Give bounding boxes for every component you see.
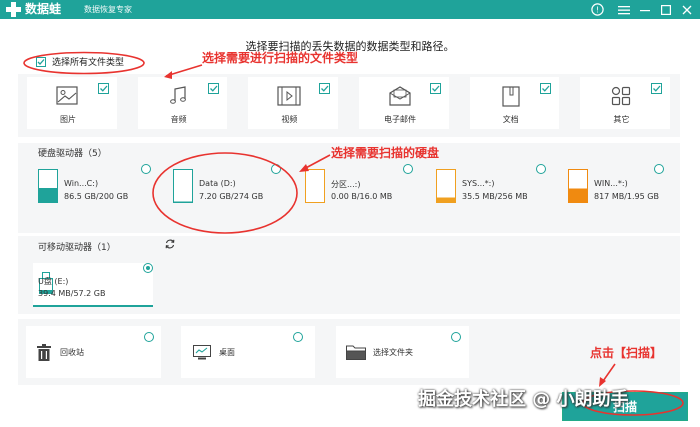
file-type-checkbox[interactable]	[651, 83, 663, 94]
file-type-checkbox[interactable]	[540, 83, 552, 94]
drive-icon	[38, 169, 58, 203]
app-subtitle: 数据恢复专家	[84, 5, 132, 14]
watermark: 掘金技术社区 @ 小朗助手	[418, 389, 629, 410]
file-type-list: 图片 音频 视频 电子邮件 文档 其它	[27, 77, 671, 129]
annotation-arrow-icon	[164, 64, 203, 79]
maximize-icon	[660, 4, 671, 15]
radio-dot	[146, 266, 150, 270]
drive-name: Win...C:)	[64, 179, 99, 188]
file-type-label: 文档	[502, 115, 519, 124]
recycle-bin-icon	[37, 344, 51, 361]
drive-name: 分区...:)	[331, 180, 361, 189]
email-icon	[389, 86, 411, 106]
file-type-label: 电子邮件	[384, 115, 417, 124]
folder-icon	[346, 345, 366, 360]
music-icon	[169, 86, 186, 104]
location-radio[interactable]	[293, 332, 303, 342]
drive-size: 86.5 GB/200 GB	[64, 192, 129, 201]
file-type-audio[interactable]: 音频	[137, 77, 228, 129]
drive-icon	[305, 169, 325, 203]
desktop-icon	[193, 345, 211, 360]
app-logo-icon	[6, 2, 21, 17]
svg-text:!: !	[596, 6, 599, 15]
annotation-file-types: 选择需要进行扫描的文件类型	[202, 51, 359, 65]
file-type-label: 视频	[281, 115, 298, 124]
hdd-section-title: 硬盘驱动器（5）	[38, 149, 107, 159]
refresh-icon[interactable]	[164, 238, 176, 250]
drive-radio[interactable]	[536, 164, 546, 174]
drive-radio[interactable]	[403, 164, 413, 174]
menu-icon	[617, 5, 630, 14]
app-brand: 数据蛙	[25, 2, 62, 16]
file-type-label: 其它	[613, 115, 630, 124]
checkmark-icon	[431, 85, 440, 92]
annotation-ellipse-types	[23, 51, 145, 75]
drive-name: U盘 (E:)	[38, 277, 69, 286]
drive-radio-selected[interactable]	[143, 263, 153, 273]
menu-button[interactable]	[615, 1, 632, 18]
image-icon	[56, 86, 78, 105]
drive-icon	[436, 169, 456, 203]
close-icon	[682, 5, 691, 14]
file-type-label: 图片	[60, 115, 76, 124]
file-type-checkbox[interactable]	[97, 83, 109, 94]
drive-radio[interactable]	[654, 164, 664, 174]
help-icon: !	[591, 3, 604, 16]
drive-icon	[568, 169, 588, 203]
location-radio[interactable]	[451, 332, 461, 342]
annotation-disk: 选择需要扫描的硬盘	[331, 146, 440, 160]
close-button[interactable]	[678, 1, 695, 18]
file-type-image[interactable]: 图片	[27, 77, 117, 129]
location-label: 回收站	[60, 348, 84, 357]
file-type-email[interactable]: 电子邮件	[359, 77, 449, 129]
file-type-label: 音频	[170, 115, 187, 124]
checkmark-icon	[321, 85, 329, 92]
location-radio[interactable]	[144, 332, 154, 342]
file-type-video[interactable]: 视频	[248, 77, 339, 129]
location-label: 桌面	[219, 348, 235, 357]
drive-size: 0.00 B/16.0 MB	[331, 192, 393, 201]
checkmark-icon	[210, 85, 218, 92]
checkmark-icon	[99, 85, 108, 92]
file-type-checkbox[interactable]	[319, 83, 331, 94]
location-desktop[interactable]: 桌面	[181, 326, 315, 378]
file-type-checkbox[interactable]	[429, 83, 441, 94]
drive-item[interactable]: Win...C:) 86.5 GB/200 GB	[38, 164, 151, 206]
minimize-button[interactable]	[636, 1, 653, 18]
drive-item[interactable]: SYS...*:) 35.5 MB/256 MB	[436, 164, 546, 206]
apps-icon	[612, 86, 631, 106]
file-type-other[interactable]: 其它	[580, 77, 671, 129]
help-button[interactable]: !	[589, 1, 606, 18]
video-icon	[277, 86, 301, 106]
location-recycle-bin[interactable]: 回收站	[26, 326, 161, 378]
annotation-scan: 点击【扫描】	[590, 346, 663, 360]
checkmark-icon	[542, 85, 550, 92]
drive-name: SYS...*:)	[462, 179, 495, 188]
drive-size: 39.4 MB/57.2 GB	[38, 289, 106, 298]
drive-item[interactable]: WIN...*:) 817 MB/1.95 GB	[568, 164, 668, 206]
title-bar: 数据蛙 数据恢复专家 !	[0, 0, 700, 19]
drive-name: WIN...*:)	[594, 179, 628, 188]
location-label: 选择文件夹	[373, 348, 413, 357]
file-type-checkbox[interactable]	[208, 83, 220, 94]
annotation-arrow-icon	[299, 154, 331, 172]
file-type-document[interactable]: 文档	[469, 77, 560, 129]
minimize-icon	[639, 9, 650, 11]
maximize-button[interactable]	[657, 1, 674, 18]
checkmark-icon	[653, 85, 661, 92]
location-folder[interactable]: 选择文件夹	[336, 326, 469, 378]
annotation-ellipse-disk	[152, 152, 298, 234]
removable-section-title: 可移动驱动器（1）	[38, 243, 116, 253]
drive-size: 817 MB/1.95 GB	[594, 192, 659, 201]
document-icon	[502, 86, 520, 107]
usb-drive-item[interactable]: U盘 (E:) 39.4 MB/57.2 GB	[33, 263, 153, 307]
drive-size: 35.5 MB/256 MB	[462, 192, 528, 201]
